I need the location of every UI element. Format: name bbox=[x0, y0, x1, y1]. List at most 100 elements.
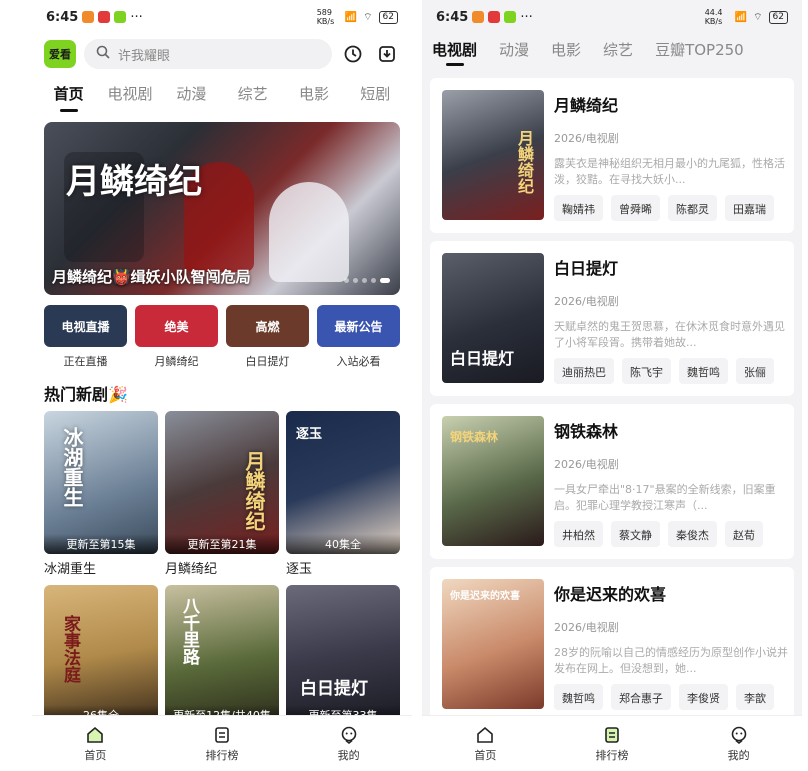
show-title: 冰湖重生 bbox=[44, 562, 97, 577]
cast-chip[interactable]: 迪丽热巴 bbox=[554, 358, 614, 384]
poster-title-art: 白日提灯 bbox=[300, 679, 368, 699]
tv-list-screen: 6:45 ··· 44.4 KB/s 📶 ⌔ 62 电视剧 动漫 电影 综艺 豆… bbox=[422, 0, 802, 771]
cast-chip[interactable]: 赵荀 bbox=[725, 521, 763, 547]
tab-douban-top250[interactable]: 豆瓣TOP250 bbox=[655, 39, 744, 66]
show-meta: 2026/电视剧 bbox=[554, 295, 619, 308]
cast-chip[interactable]: 鞠婧祎 bbox=[554, 195, 603, 221]
list-item[interactable]: 月鳞绮纪 月鳞绮纪 2026/电视剧 露芙衣是神秘组织无相月最小的九尾狐，性格活… bbox=[430, 78, 794, 233]
tab-short[interactable]: 短剧 bbox=[345, 83, 406, 112]
cast-chip[interactable]: 陈都灵 bbox=[668, 195, 717, 221]
notification-app-icon bbox=[504, 11, 517, 23]
poster-title-art: 家事法庭 bbox=[60, 615, 80, 683]
cast-chip[interactable]: 曾舜晞 bbox=[611, 195, 660, 221]
cast-chip[interactable]: 陈飞宇 bbox=[622, 358, 671, 384]
tab-anime[interactable]: 动漫 bbox=[499, 39, 529, 66]
notification-app-icon bbox=[82, 11, 95, 23]
hero-banner[interactable]: 月鳞绮纪 月鳞绮纪👹缉妖小队智闯危局 bbox=[44, 122, 400, 295]
cast-chip[interactable]: 魏哲鸣 bbox=[679, 358, 728, 384]
notification-app-icon bbox=[488, 11, 501, 23]
cast-chip[interactable]: 李歆 bbox=[736, 684, 774, 710]
cast-list: 迪丽热巴 陈飞宇 魏哲鸣 张俪 bbox=[554, 358, 794, 384]
nav-profile[interactable]: 我的 bbox=[675, 716, 802, 771]
banner-art bbox=[269, 182, 349, 282]
list-item[interactable]: 白日提灯 白日提灯 2026/电视剧 天赋卓然的鬼王贺思慕，在休沐觅食时意外遇见… bbox=[430, 241, 794, 396]
history-icon[interactable] bbox=[340, 41, 366, 67]
cast-chip[interactable]: 李俊贤 bbox=[679, 684, 728, 710]
battery-icon: 62 bbox=[768, 10, 788, 24]
nav-rankings[interactable]: 排行榜 bbox=[159, 716, 286, 771]
show-title: 钢铁森林 bbox=[554, 422, 619, 441]
show-title: 月鳞绮纪 bbox=[165, 562, 218, 577]
cast-chip[interactable]: 井柏然 bbox=[554, 521, 603, 547]
pagination-dot[interactable] bbox=[353, 278, 358, 283]
show-poster: 逐玉 40集全 bbox=[286, 411, 400, 554]
cast-chip[interactable]: 张俪 bbox=[736, 358, 774, 384]
nav-profile[interactable]: 我的 bbox=[285, 716, 412, 771]
show-card[interactable]: 白日提灯 更新至第33集 bbox=[286, 585, 400, 725]
banner-pagination bbox=[344, 278, 390, 283]
network-speed: 589 KB/s bbox=[316, 8, 335, 26]
nav-home[interactable]: 首页 bbox=[32, 716, 159, 771]
network-speed: 44.4 KB/s bbox=[704, 8, 723, 26]
show-card[interactable]: 冰湖重生 更新至第15集 冰湖重生 bbox=[44, 411, 158, 585]
ranking-icon bbox=[212, 725, 232, 745]
tab-variety[interactable]: 综艺 bbox=[603, 39, 633, 66]
episode-tag: 40集全 bbox=[286, 534, 400, 554]
cast-chip[interactable]: 秦俊杰 bbox=[668, 521, 717, 547]
nav-label: 排行榜 bbox=[595, 748, 629, 762]
cast-chip[interactable]: 魏哲鸣 bbox=[554, 684, 603, 710]
status-more: ··· bbox=[520, 9, 533, 25]
shortcut-announcement[interactable]: 最新公告 入站必看 bbox=[317, 305, 400, 369]
shortcut-live[interactable]: 电视直播 正在直播 bbox=[44, 305, 127, 369]
show-title: 月鳞绮纪 bbox=[554, 96, 619, 115]
shortcut-label: 白日提灯 bbox=[245, 355, 290, 368]
tab-home[interactable]: 首页 bbox=[38, 83, 99, 112]
show-poster: 你是迟来的欢喜 bbox=[442, 579, 544, 709]
list-item[interactable]: 钢铁森林 钢铁森林 2026/电视剧 一具女尸牵出"8·17"悬案的全新线索，旧… bbox=[430, 404, 794, 559]
show-description: 露芙衣是神秘组织无相月最小的九尾狐，性格活泼，狡黠。在寻找大妖小... bbox=[554, 157, 785, 186]
tab-anime[interactable]: 动漫 bbox=[161, 83, 222, 112]
search-input[interactable]: 许我耀眼 bbox=[84, 39, 332, 69]
poster-title-art: 你是迟来的欢喜 bbox=[450, 591, 520, 602]
nav-rankings[interactable]: 排行榜 bbox=[549, 716, 676, 771]
poster-title-art: 逐玉 bbox=[296, 427, 323, 442]
app-logo[interactable]: 爱看 bbox=[44, 40, 76, 68]
show-poster: 八千里路 更新至12集/共40集 bbox=[165, 585, 279, 725]
show-poster: 白日提灯 更新至第33集 bbox=[286, 585, 400, 725]
cast-chip[interactable]: 田嘉瑞 bbox=[725, 195, 774, 221]
signal-icon: 📶 bbox=[734, 11, 748, 23]
pagination-dot[interactable] bbox=[380, 278, 390, 283]
status-time: 6:45 bbox=[46, 9, 79, 25]
shortcut-show[interactable]: 高燃 白日提灯 bbox=[226, 305, 309, 369]
list-item[interactable]: 你是迟来的欢喜 你是迟来的欢喜 2026/电视剧 28岁的阮喻以自己的情感经历为… bbox=[430, 567, 794, 722]
shortcut-show[interactable]: 绝美 月鳞绮纪 bbox=[135, 305, 218, 369]
show-list: 月鳞绮纪 月鳞绮纪 2026/电视剧 露芙衣是神秘组织无相月最小的九尾狐，性格活… bbox=[422, 78, 802, 722]
tab-movie[interactable]: 电影 bbox=[283, 83, 344, 112]
show-card[interactable]: 八千里路 更新至12集/共40集 bbox=[165, 585, 279, 725]
shortcut-image: 电视直播 bbox=[44, 305, 127, 347]
pagination-dot[interactable] bbox=[362, 278, 367, 283]
show-card[interactable]: 月鳞绮纪 更新至第21集 月鳞绮纪 bbox=[165, 411, 279, 585]
category-tabs: 首页 电视剧 动漫 综艺 电影 短剧 bbox=[32, 74, 412, 112]
cast-chip[interactable]: 郑合惠子 bbox=[611, 684, 671, 710]
poster-title-art: 白日提灯 bbox=[450, 349, 515, 368]
show-poster: 月鳞绮纪 更新至第21集 bbox=[165, 411, 279, 554]
tab-tv[interactable]: 电视剧 bbox=[99, 83, 160, 112]
pagination-dot[interactable] bbox=[344, 278, 349, 283]
nav-home[interactable]: 首页 bbox=[422, 716, 549, 771]
cast-chip[interactable]: 蔡文静 bbox=[611, 521, 660, 547]
show-card[interactable]: 家事法庭 26集全 bbox=[44, 585, 158, 725]
show-card[interactable]: 逐玉 40集全 逐玉 bbox=[286, 411, 400, 585]
cast-list: 鞠婧祎 曾舜晞 陈都灵 田嘉瑞 bbox=[554, 195, 794, 221]
poster-title-art: 月鳞绮纪 bbox=[242, 451, 266, 531]
battery-icon: 62 bbox=[378, 10, 398, 24]
notification-app-icon bbox=[114, 11, 127, 23]
download-icon[interactable] bbox=[374, 41, 400, 67]
show-description: 天赋卓然的鬼王贺思慕，在休沐觅食时意外遇见了小将军段胥。携带着她故... bbox=[554, 320, 785, 349]
status-bar: 6:45 ··· 589 KB/s 📶 ⌔ 62 bbox=[32, 0, 412, 34]
tab-tv[interactable]: 电视剧 bbox=[432, 39, 477, 66]
tab-movie[interactable]: 电影 bbox=[551, 39, 581, 66]
tab-variety[interactable]: 综艺 bbox=[222, 83, 283, 112]
notification-app-icon bbox=[98, 11, 111, 23]
pagination-dot[interactable] bbox=[371, 278, 376, 283]
